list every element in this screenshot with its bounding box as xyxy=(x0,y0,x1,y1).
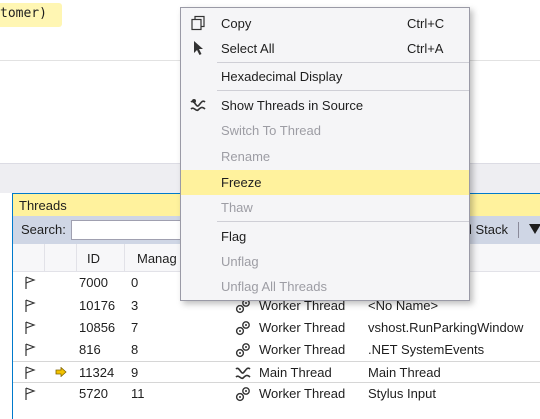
managed-id: 9 xyxy=(131,365,139,380)
toolbar-separator xyxy=(518,222,519,238)
thread-row[interactable]: 11324 9 Main Thread Main Thread xyxy=(13,361,540,383)
thread-id: 11324 xyxy=(79,365,115,380)
flag-icon[interactable] xyxy=(24,343,36,357)
search-call-stack-toggle[interactable]: l Stack xyxy=(469,222,508,237)
thread-category: Worker Thread xyxy=(259,320,346,335)
menu-item-label: Select All xyxy=(221,41,275,56)
menu-item-label: Thaw xyxy=(221,200,253,215)
flag-icon[interactable] xyxy=(24,366,36,380)
menu-item-rename[interactable]: Rename xyxy=(181,144,469,169)
managed-id: 11 xyxy=(131,386,145,401)
menu-item-label: Hexadecimal Display xyxy=(221,69,343,84)
thread-category: Worker Thread xyxy=(259,386,346,401)
thread-id: 10856 xyxy=(79,320,116,335)
flag-icon[interactable] xyxy=(24,387,36,401)
current-column-header[interactable] xyxy=(45,244,77,272)
copy-icon xyxy=(191,15,205,31)
managed-id: 0 xyxy=(131,275,139,290)
filter-icon[interactable] xyxy=(529,224,540,234)
search-input[interactable] xyxy=(71,220,186,240)
menu-item-hexadecimal-display[interactable]: Hexadecimal Display xyxy=(181,64,469,89)
menu-separator xyxy=(217,221,469,222)
thread-id: 10176 xyxy=(79,298,116,313)
select-all-icon xyxy=(194,41,203,55)
managed-id: 8 xyxy=(131,342,139,357)
menu-item-label: Freeze xyxy=(221,175,262,190)
thread-name: Stylus Input xyxy=(368,386,436,401)
menu-item-unflag[interactable]: Unflag xyxy=(181,249,469,274)
thread-category: Main Thread xyxy=(259,365,332,380)
worker-thread-icon xyxy=(235,343,250,358)
flag-icon[interactable] xyxy=(24,299,36,313)
menu-item-switch-to-thread[interactable]: Switch To Thread xyxy=(181,118,469,143)
threads-in-source-icon xyxy=(190,99,206,112)
thread-id: 7000 xyxy=(79,275,108,290)
menu-item-flag[interactable]: Flag xyxy=(181,224,469,249)
thread-name: vshost.RunParkingWindow xyxy=(368,320,524,335)
thread-row[interactable]: 10856 7 Worker Thread vshost.RunParkingWind… xyxy=(13,317,540,339)
menu-item-thaw[interactable]: Thaw xyxy=(181,195,469,220)
menu-item-label: Show Threads in Source xyxy=(221,98,364,113)
threads-title: Threads xyxy=(19,198,67,213)
menu-item-label: Copy xyxy=(221,16,252,31)
context-menu: Copy Ctrl+C Select All Ctrl+A Hexadecimal Di… xyxy=(180,7,470,301)
menu-item-label: Unflag xyxy=(221,254,259,269)
thread-category: Worker Thread xyxy=(259,342,346,357)
worker-thread-icon xyxy=(235,387,250,402)
code-line-fragment: tomer) xyxy=(0,6,47,21)
menu-item-unflag-all-threads[interactable]: Unflag All Threads xyxy=(181,274,469,299)
menu-item-label: Flag xyxy=(221,229,247,244)
search-label: Search: xyxy=(21,222,66,237)
thread-id: 5720 xyxy=(79,386,108,401)
menu-item-select-all[interactable]: Select All Ctrl+A xyxy=(181,36,469,61)
worker-thread-icon xyxy=(235,321,250,336)
menu-item-label: Rename xyxy=(221,149,271,164)
menu-separator xyxy=(217,90,469,91)
flag-icon[interactable] xyxy=(24,321,36,335)
thread-id: 816 xyxy=(79,342,101,357)
thread-row[interactable]: 816 8 Worker Thread .NET SystemEvents xyxy=(13,339,540,361)
thread-row[interactable]: 5720 11 Worker Thread Stylus Input xyxy=(13,383,540,405)
id-column-header[interactable]: ID xyxy=(77,244,125,272)
flag-icon[interactable] xyxy=(24,276,36,290)
main-thread-icon xyxy=(235,367,251,380)
menu-item-shortcut: Ctrl+C xyxy=(407,16,445,31)
menu-item-label: Unflag All Threads xyxy=(221,279,327,294)
menu-item-freeze[interactable]: Freeze xyxy=(181,170,469,195)
menu-separator xyxy=(217,62,469,63)
flag-column-header[interactable] xyxy=(13,244,45,272)
menu-item-copy[interactable]: Copy Ctrl+C xyxy=(181,11,469,36)
thread-name: Main Thread xyxy=(368,365,441,380)
menu-item-show-threads-in-source[interactable]: Show Threads in Source xyxy=(181,93,469,118)
menu-item-label: Switch To Thread xyxy=(221,123,321,138)
current-thread-arrow-icon xyxy=(55,367,67,377)
thread-name: .NET SystemEvents xyxy=(368,342,485,357)
menu-item-shortcut: Ctrl+A xyxy=(407,41,444,56)
managed-id: 7 xyxy=(131,320,139,335)
managed-id: 3 xyxy=(131,298,139,313)
